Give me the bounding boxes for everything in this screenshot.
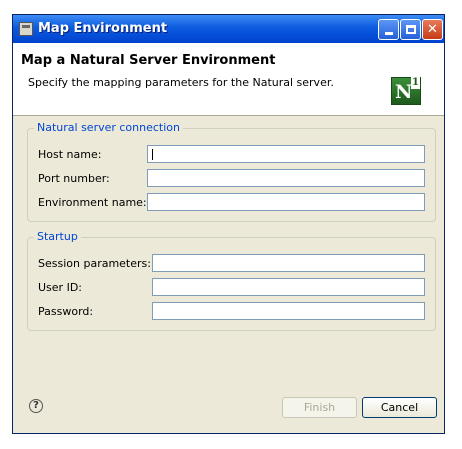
maximize-button[interactable] <box>400 19 421 40</box>
help-icon[interactable]: ? <box>29 399 43 413</box>
close-button[interactable]: ✕ <box>422 19 443 40</box>
user-id-input[interactable] <box>152 278 425 296</box>
dialog-window: Map Environment ✕ Map a Natural Server E… <box>12 14 445 434</box>
environment-name-input[interactable] <box>147 193 425 211</box>
startup-group: Startup Session parameters: User ID: Pas… <box>27 230 436 331</box>
startup-legend: Startup <box>34 230 81 243</box>
port-number-input[interactable] <box>147 169 425 187</box>
port-number-label: Port number: <box>38 172 110 185</box>
cancel-button[interactable]: Cancel <box>362 397 437 418</box>
close-icon: ✕ <box>427 22 438 37</box>
password-label: Password: <box>38 305 94 318</box>
app-icon <box>19 22 33 36</box>
host-name-input[interactable] <box>147 145 425 163</box>
server-connection-group: Natural server connection Host name: Por… <box>27 121 436 222</box>
text-cursor <box>152 149 153 160</box>
session-parameters-label: Session parameters: <box>38 257 151 270</box>
title-bar[interactable]: Map Environment ✕ <box>13 15 444 43</box>
host-name-label: Host name: <box>38 148 102 161</box>
user-id-label: User ID: <box>38 281 82 294</box>
page-title: Map a Natural Server Environment <box>21 53 276 68</box>
natural-logo-icon: N 1 <box>391 77 421 105</box>
session-parameters-input[interactable] <box>152 254 425 272</box>
wizard-header: Map a Natural Server Environment Specify… <box>13 43 444 116</box>
window-title: Map Environment <box>38 21 168 36</box>
minimize-icon <box>384 32 393 35</box>
environment-name-label: Environment name: <box>38 196 147 209</box>
finish-button[interactable]: Finish <box>282 397 357 418</box>
server-connection-legend: Natural server connection <box>34 121 183 134</box>
password-input[interactable] <box>152 302 425 320</box>
page-description: Specify the mapping parameters for the N… <box>28 76 334 89</box>
maximize-icon <box>405 25 416 34</box>
minimize-button[interactable] <box>378 19 399 40</box>
